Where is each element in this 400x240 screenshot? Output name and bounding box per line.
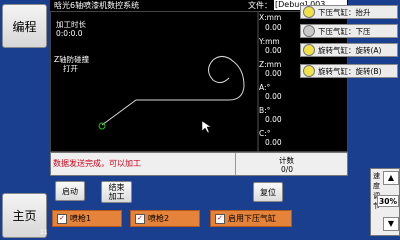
toggle-label: 旋转气缸：旋转(B) <box>318 66 382 76</box>
press-cylinder-checkbox[interactable]: ✓ 启用下压气缸 <box>210 210 292 227</box>
checkbox-check-icon: ✓ <box>57 213 67 224</box>
z-anticollision-state: 打开 <box>63 64 78 73</box>
edit-button[interactable]: 编程 <box>2 4 47 48</box>
checkbox-check-icon: ✓ <box>215 213 225 224</box>
checkbox-check-icon: ✓ <box>135 213 145 224</box>
reset-button[interactable]: 复位 <box>253 182 283 202</box>
count-value: 0/0 <box>281 165 294 174</box>
axis-z-label: Z:mm <box>259 60 282 69</box>
press-cylinder-lift-toggle[interactable]: 下压气缸：抬升 <box>300 5 398 19</box>
axis-a-label: A:° <box>259 83 271 92</box>
time-label: 加工时长 <box>56 20 86 29</box>
speed-panel: 速 度 调 节 ▲ 30% ▼ <box>370 168 400 236</box>
start-button[interactable]: 启动 <box>55 181 85 201</box>
speed-down-button[interactable]: ▼ <box>383 217 399 231</box>
spray-gun-2-checkbox[interactable]: ✓ 喷枪2 <box>130 210 200 227</box>
time-value: 0:0:0.0 <box>56 29 83 38</box>
axis-z-value: 0.00 <box>265 69 282 78</box>
axis-c-label: C:° <box>259 129 271 138</box>
status-lamp-icon <box>303 44 315 56</box>
axis-x-value: 0.00 <box>265 23 282 32</box>
status-message: 数据发送完成，可以加工 <box>53 159 141 168</box>
origin-marker <box>98 122 106 130</box>
file-label: 文件： <box>248 1 272 10</box>
axis-b-label: B:° <box>259 106 271 115</box>
status-lamp-icon <box>303 25 315 37</box>
axis-b-value: 0.00 <box>265 115 282 124</box>
speed-label-char: 速 <box>373 172 380 180</box>
axis-a-value: 0.00 <box>265 92 282 101</box>
end-button-line1: 结束 <box>108 183 125 192</box>
z-anticollision-label: Z轴防碰撞 <box>54 55 90 64</box>
end-processing-button[interactable]: 结束 加工 <box>101 181 132 203</box>
speed-value: 30% <box>377 195 399 207</box>
press-cylinder-press-toggle[interactable]: 下压气缸：下压 <box>300 24 398 38</box>
toolpath-line <box>101 56 245 126</box>
axis-y-value: 0.00 <box>265 46 282 55</box>
rotate-cylinder-b-toggle[interactable]: 旋转气缸：旋转(B) <box>300 64 398 78</box>
end-button-line2: 加工 <box>108 192 125 201</box>
toggle-label: 下压气缸：下压 <box>318 26 371 36</box>
press-cylinder-label: 启用下压气缸 <box>228 214 276 223</box>
toggle-label: 旋转气缸：旋转(A) <box>318 45 382 55</box>
mouse-cursor-icon <box>201 120 212 134</box>
version-label: 11 <box>40 229 48 236</box>
rotate-cylinder-a-toggle[interactable]: 旋转气缸：旋转(A) <box>300 43 398 57</box>
app-title: 晗光6轴喷漆机数控系统 <box>54 1 140 10</box>
axis-y-label: Y:mm <box>259 37 280 46</box>
status-bar: 数据发送完成，可以加工 计数 0/0 <box>50 152 348 176</box>
axis-c-value: 0.00 <box>265 138 282 147</box>
toggle-label: 下压气缸：抬升 <box>318 7 371 17</box>
status-lamp-icon <box>303 65 315 77</box>
status-lamp-icon <box>303 6 315 18</box>
spray-gun-1-label: 喷枪1 <box>70 214 92 223</box>
spray-gun-2-label: 喷枪2 <box>148 214 170 223</box>
axis-x-label: X:mm <box>259 13 282 22</box>
status-divider <box>235 153 236 175</box>
speed-up-button[interactable]: ▲ <box>383 171 399 185</box>
spray-gun-1-checkbox[interactable]: ✓ 喷枪1 <box>52 210 122 227</box>
speed-label-char: 度 <box>373 182 380 190</box>
